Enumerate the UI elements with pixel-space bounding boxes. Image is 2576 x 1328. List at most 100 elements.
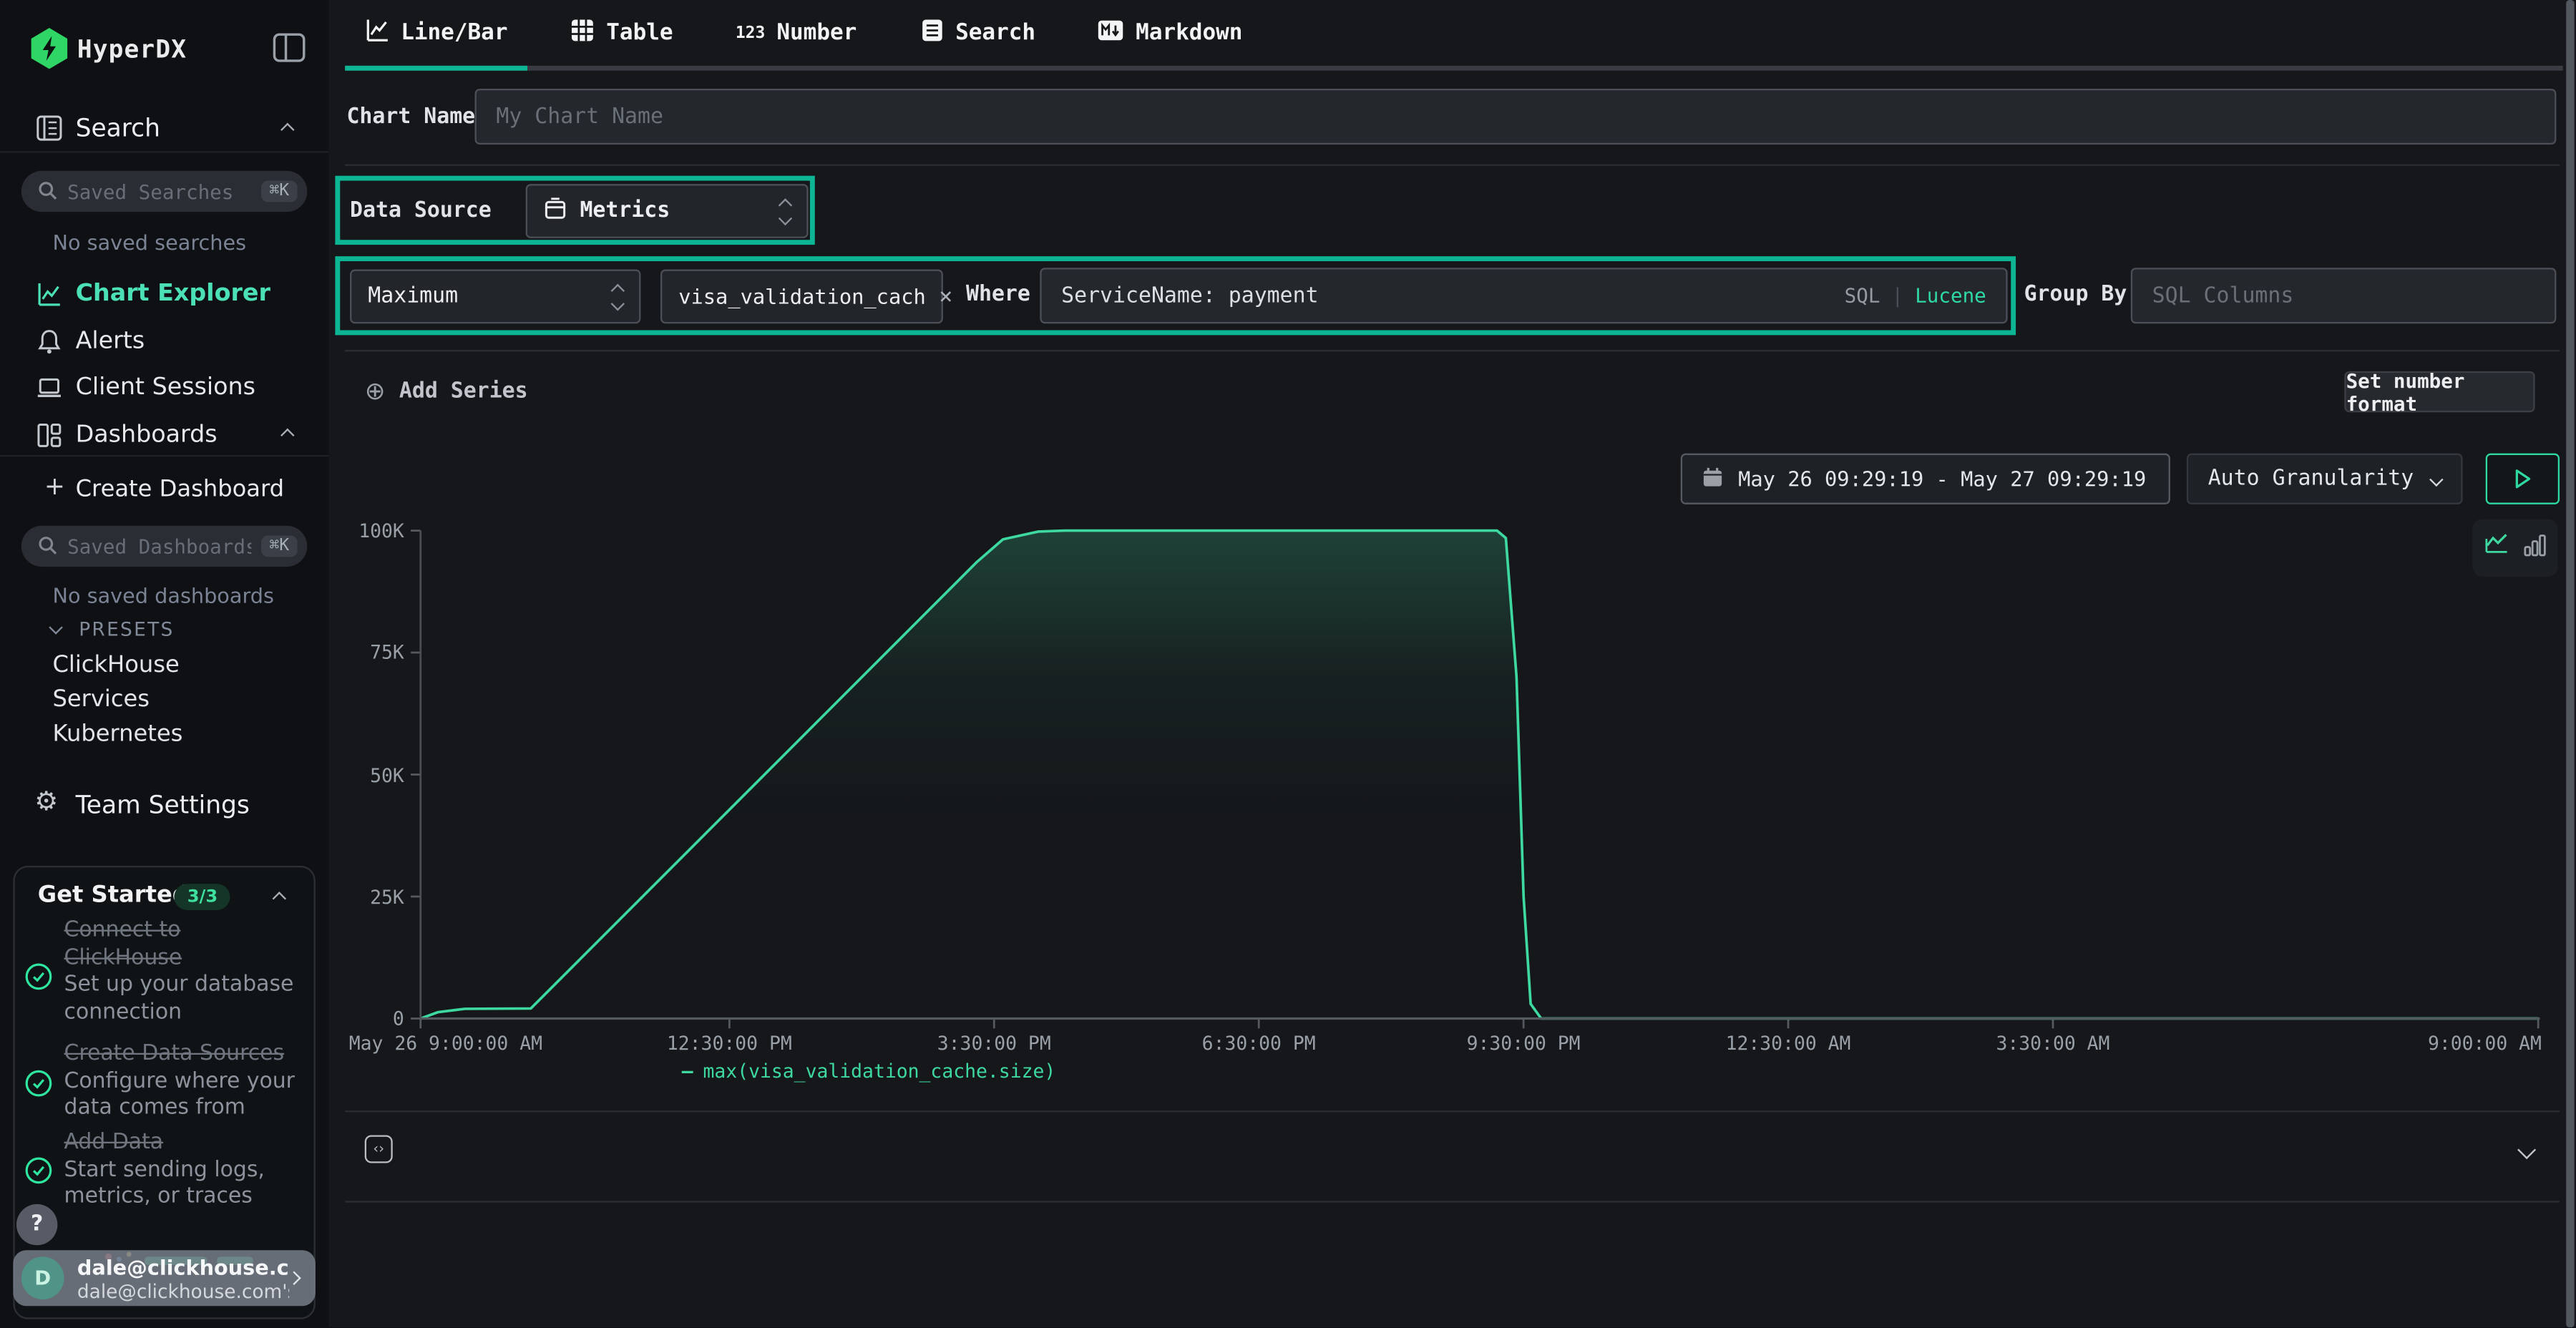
metric-tag-value: visa_validation_cach [678,284,926,308]
search-collapse-chevron-icon[interactable] [280,123,294,137]
task-title: ClickHouse [64,945,298,972]
where-label: Where [966,283,1030,307]
laptop-icon [36,374,63,401]
task-add-data[interactable]: Add Data Start sending logs, metrics, or… [64,1131,308,1212]
metric-tag[interactable]: visa_validation_cach × [660,270,943,324]
group-by-label: Group By [2024,283,2127,307]
preset-services[interactable]: Services [52,687,150,713]
x-tick-label: 3:30:00 PM [937,1032,1051,1055]
gear-icon: ⚙ [34,785,58,816]
select-chevrons-icon [781,200,791,223]
date-range-value: May 26 09:29:19 - May 27 09:29:19 [1738,467,2146,491]
run-query-button[interactable] [2486,454,2560,504]
collapse-sidebar-icon[interactable] [273,33,306,69]
sidebar-item-label: Dashboards [76,422,218,449]
task-create-data-sources[interactable]: Create Data Sources Configure where your… [64,1042,308,1123]
shortcut-badge: ⌘K [261,181,298,202]
sidebar-item-label: Chart Explorer [76,281,270,308]
sql-mode-toggle[interactable]: SQL [1845,284,1880,307]
help-button[interactable]: ? [16,1204,57,1245]
task-title: Connect to [64,918,298,945]
where-input[interactable]: ServiceName: payment SQL | Lucene [1040,268,2007,323]
line-chart[interactable] [411,526,2540,1032]
x-tick-label: 6:30:00 PM [1202,1032,1316,1055]
sidebar-item-label: Alerts [76,328,145,355]
sidebar-item-dashboards[interactable]: Dashboards [0,414,328,457]
saved-searches-input[interactable]: Saved Searches ⌘K [21,171,307,212]
hyperdx-logo-icon[interactable] [29,26,69,77]
y-tick-label: 25K [345,885,404,908]
get-started-title: Get Started [38,882,189,909]
tab-label: Markdown [1136,20,1242,47]
tab-table[interactable]: Table [550,0,693,66]
chart-name-input[interactable] [475,89,2557,145]
user-email: dale@clickhouse.com [77,1254,289,1279]
user-menu[interactable]: D dale@clickhouse.com dale@clickhouse.co… [13,1250,315,1306]
sidebar-item-chart-explorer[interactable]: Chart Explorer [0,273,328,316]
add-series-button[interactable]: Add Series [399,379,528,404]
task-desc: Set up your database [64,972,298,1000]
saved-dashboards-input[interactable]: Saved Dashboards ⌘K [21,526,307,567]
y-tick-label: 75K [345,641,404,664]
divider [345,1201,2560,1202]
tab-number[interactable]: 123 Number [716,0,877,66]
plus-icon: + [44,472,65,501]
y-tick-label: 50K [345,763,404,786]
presets-header[interactable]: PRESETS [79,617,174,640]
tab-label: Line/Bar [401,20,507,47]
granularity-value: Auto Granularity [2208,467,2414,491]
chart-type-tabs: Line/Bar Table 123 Number Search Markdow… [345,0,1262,66]
tab-search[interactable]: Search [899,0,1055,66]
lucene-mode-toggle[interactable]: Lucene [1915,284,1986,307]
where-value: ServiceName: payment [1061,283,1318,308]
chevron-down-icon [2429,472,2443,486]
data-source-value: Metrics [580,199,670,223]
create-dashboard-button[interactable]: Create Dashboard [76,477,284,503]
database-icon [544,196,567,225]
dashboards-collapse-chevron-icon[interactable] [280,429,294,442]
set-number-format-button[interactable]: Set number format [2344,371,2534,412]
x-tick-label: 12:30:00 PM [667,1032,792,1055]
number-123-icon: 123 [736,24,765,42]
sidebar-item-alerts[interactable]: Alerts [0,321,328,363]
tab-markdown[interactable]: Markdown [1078,0,1262,66]
sidebar-item-label: Client Sessions [76,374,255,401]
task-connect-clickhouse[interactable]: Connect to ClickHouse Set up your databa… [64,918,298,1027]
preset-kubernetes[interactable]: Kubernetes [52,721,182,748]
presets-chevron-icon[interactable] [49,620,62,634]
tab-line-bar[interactable]: Line/Bar [345,0,527,66]
get-started-collapse-chevron-icon[interactable] [273,892,286,905]
saved-dashboards-placeholder: Saved Dashboards [67,534,251,557]
chart-area[interactable]: 025K50K75K100K May 26 9:00:00 AM12:30:00… [345,526,2560,1032]
task-desc: Configure where your [64,1068,308,1095]
bell-icon [36,328,63,355]
generated-sql-expand-chevron-icon[interactable] [2517,1141,2536,1159]
granularity-select[interactable]: Auto Granularity [2187,454,2463,504]
search-section-label[interactable]: Search [76,113,160,142]
close-icon[interactable]: × [939,283,952,310]
preset-clickhouse[interactable]: ClickHouse [52,652,179,678]
task-title: Create Data Sources [64,1042,308,1069]
team-settings-link[interactable]: Team Settings [76,790,250,819]
x-tick-label: 3:30:00 AM [1996,1032,2109,1055]
check-circle-icon [24,1070,52,1098]
tab-underline-track [345,66,2562,71]
tab-label: Search [955,20,1035,47]
aggregation-select[interactable]: Maximum [350,270,640,324]
search-list-icon [919,17,944,49]
data-source-select[interactable]: Metrics [526,184,809,238]
brand-title[interactable]: HyperDX [77,34,187,64]
search-section-icon [36,115,63,148]
vertical-scrollbar[interactable] [2566,0,2573,1327]
sidebar-item-client-sessions[interactable]: Client Sessions [0,366,328,409]
line-bar-chart-icon [365,17,389,49]
date-range-picker[interactable]: May 26 09:29:19 - May 27 09:29:19 [1681,454,2170,504]
legend-line-swatch: — [682,1060,693,1083]
toggle-divider: | [1892,284,1904,307]
group-by-input[interactable] [2131,268,2557,323]
chevron-right-icon [287,1271,301,1284]
chart-legend[interactable]: — max(visa_validation_cache.size) [682,1060,1056,1083]
sidebar-divider [0,151,328,152]
calendar-icon [1702,466,1724,492]
search-icon [38,531,58,562]
